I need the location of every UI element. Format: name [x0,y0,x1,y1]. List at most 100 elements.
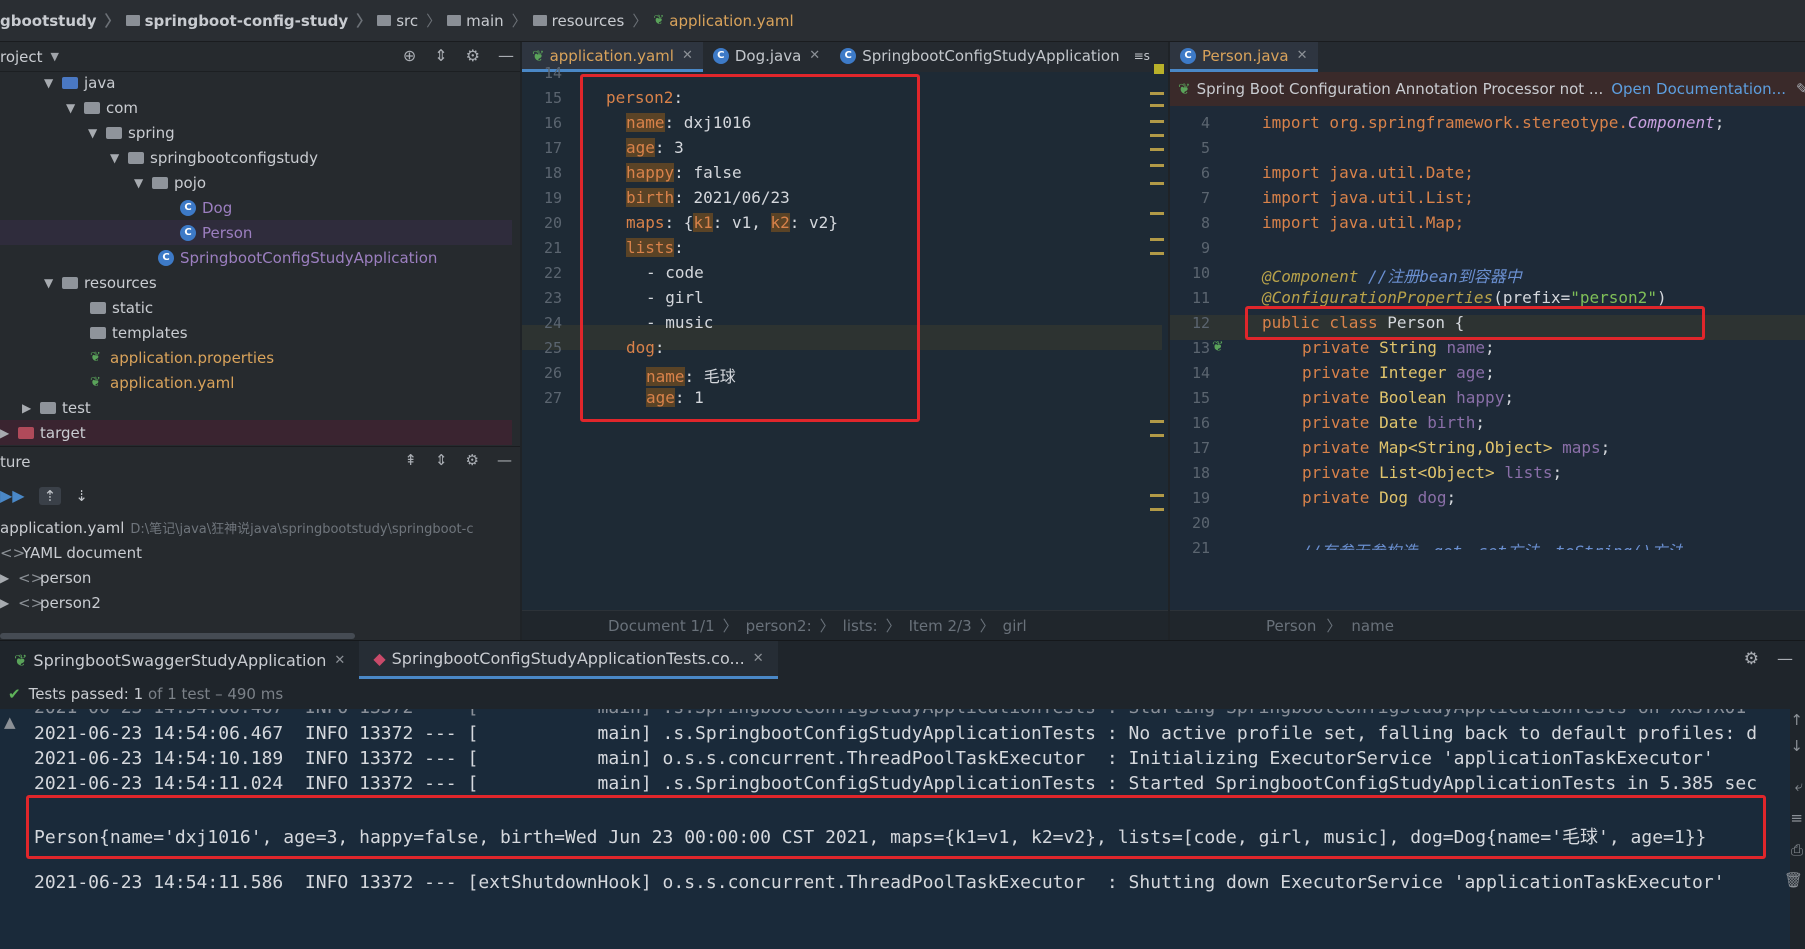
minimize-icon[interactable]: — [498,46,514,65]
scroll-marker[interactable] [1150,148,1164,151]
close-icon[interactable]: ✕ [682,48,693,63]
open-documentation-link[interactable]: Open Documentation... [1611,80,1786,98]
rerun-icon[interactable]: ▲ [4,713,16,731]
filter-icon[interactable]: ≡ [1790,809,1803,827]
tree-item-java[interactable]: ▼ java [44,70,115,95]
tab-dog-java[interactable]: C Dog.java ✕ [703,42,830,72]
java-line[interactable]: private Integer age; [1302,363,1495,382]
scroll-marker[interactable] [1150,252,1164,255]
java-line[interactable]: private Dog dog; [1302,488,1456,507]
tree-item-application-yaml[interactable]: ❦ application.yaml [90,370,234,395]
java-line[interactable]: @ConfigurationProperties(prefix="person2… [1262,288,1667,307]
scroll-marker[interactable] [1150,420,1164,423]
tab-overflow-menu[interactable]: ≡s [1130,42,1154,72]
structure-item-yaml-document[interactable]: <> YAML document [0,540,142,565]
soft-wrap-icon[interactable]: ⤶ [1795,777,1803,795]
project-panel-title[interactable]: roject [0,48,43,66]
scroll-marker[interactable] [1150,434,1164,437]
inspection-ok-icon[interactable] [1154,64,1164,74]
minimize-icon[interactable]: — [1777,649,1793,668]
crosshair-icon[interactable]: ⊕ [403,46,416,65]
tree-item-dog[interactable]: C Dog [180,195,232,220]
collapse-arrow-icon[interactable]: ▶ [0,426,18,440]
scroll-down-icon[interactable]: ↓ [1790,737,1803,755]
gear-icon[interactable]: ⚙ [466,451,479,469]
chevron-down-icon[interactable]: ▼ [51,50,59,63]
tree-item-static[interactable]: static [90,295,153,320]
structure-file-row[interactable]: application.yaml D:\笔记\java\狂神说java\spri… [0,515,473,540]
close-icon[interactable]: ✕ [753,651,764,666]
expand-arrow-icon[interactable]: ▼ [44,276,62,290]
java-line[interactable]: import java.util.Date; [1262,163,1474,182]
scroll-marker[interactable] [1150,182,1164,185]
print-icon[interactable]: ⎙ [1791,841,1803,859]
tree-item-springbootconfigstudy[interactable]: ▼ springbootconfigstudy [110,145,318,170]
sort-down-icon[interactable]: ⇣ [75,487,88,505]
close-icon[interactable]: ✕ [1297,48,1308,63]
breadcrumb-item-main[interactable]: main 〉 [441,10,527,31]
scroll-marker[interactable] [1150,120,1164,123]
breadcrumb-item-module[interactable]: springboot-config-study 〉 [120,10,371,31]
tree-item-com[interactable]: ▼ com [66,95,138,120]
structure-item-person[interactable]: ▶ <> person [0,565,91,590]
scroll-marker[interactable] [1150,92,1164,95]
structure-panel-title[interactable]: ture [0,453,30,471]
breadcrumb-item-file[interactable]: ❦ application.yaml [647,12,793,30]
collapse-all-icon[interactable]: ⇕ [435,451,448,469]
tab-application-java[interactable]: C SpringbootConfigStudyApplication [830,42,1129,72]
run-tab-swagger[interactable]: ❦ SpringbootSwaggerStudyApplication ✕ [0,641,359,679]
tree-item-target[interactable]: ▶ target [0,420,512,445]
console-output[interactable]: 2021-06-23 14:54:06.467 INFO 13372 --- [… [0,709,1790,949]
close-icon[interactable]: ✕ [809,48,820,63]
java-line[interactable]: import java.util.List; [1262,188,1474,207]
breadcrumb-item-project[interactable]: gbootstudy 〉 [0,10,120,31]
tree-item-application-properties[interactable]: ❦ application.properties [90,345,274,370]
breadcrumb-item-resources[interactable]: resources 〉 [527,10,647,31]
breadcrumb-item-src[interactable]: src 〉 [371,10,441,31]
scroll-marker[interactable] [1150,238,1164,241]
tree-item-person[interactable]: C Person [0,220,512,245]
java-line[interactable]: private List<Object> lists; [1302,463,1562,482]
tree-item-resources[interactable]: ▼ resources [44,270,157,295]
horizontal-scrollbar[interactable] [0,633,355,639]
expand-arrow-icon[interactable]: ▼ [44,76,62,90]
expand-arrow-icon[interactable]: ▼ [66,101,84,115]
scroll-marker[interactable] [1150,164,1164,167]
run-tab-tests[interactable]: ◆ SpringbootConfigStudyApplicationTests.c… [359,641,778,679]
gear-icon[interactable]: ⚙ [466,46,480,65]
tree-item-application-class[interactable]: C SpringbootConfigStudyApplication [158,245,437,270]
tree-item-pojo[interactable]: ▼ pojo [134,170,206,195]
tab-person-java[interactable]: C Person.java ✕ [1170,42,1318,72]
java-line[interactable]: import java.util.Map; [1262,213,1464,232]
sort-up-icon[interactable]: ⇡ [38,486,62,505]
tree-item-test[interactable]: ▶ test [22,395,91,420]
tree-item-templates[interactable]: templates [90,320,188,345]
java-line[interactable]: @Component //注册bean到容器中 [1262,263,1522,287]
structure-item-person2[interactable]: ▶ <> person2 [0,590,101,615]
scroll-marker[interactable] [1150,212,1164,215]
trash-icon[interactable]: 🗑 [1784,871,1803,889]
java-line[interactable]: import org.springframework.stereotype.Co… [1262,113,1724,132]
close-icon[interactable]: ✕ [334,653,345,668]
java-line[interactable]: private Date birth; [1302,413,1485,432]
scroll-marker[interactable] [1150,494,1164,497]
minimize-icon[interactable]: — [497,451,512,469]
collapse-arrow-icon[interactable]: ▶ [22,401,40,415]
wrench-icon[interactable]: ✎ [1796,80,1805,98]
tree-item-spring[interactable]: ▼ spring [88,120,175,145]
collapse-all-icon[interactable]: ⇕ [434,46,447,65]
spring-bean-gutter-icon[interactable]: ❦ [1212,339,1224,355]
java-line[interactable]: //有参无参构造、get、set方法、toString()方法 [1302,538,1683,550]
java-line[interactable]: private Map<String,Object> maps; [1302,438,1610,457]
scroll-marker[interactable] [1150,104,1164,107]
gear-icon[interactable]: ⚙ [1744,649,1759,669]
scroll-up-icon[interactable]: ↑ [1790,711,1803,729]
collapse-arrow-icon[interactable]: ▶ [0,596,18,610]
collapse-arrow-icon[interactable]: ▶ [0,571,18,585]
java-line[interactable]: private Boolean happy; [1302,388,1514,407]
expand-arrow-icon[interactable]: ▼ [134,176,152,190]
expand-arrow-icon[interactable]: ▼ [88,126,106,140]
fast-forward-icon[interactable]: ▶▶ [0,486,25,505]
expand-all-icon[interactable]: ⇞ [404,451,417,469]
scroll-marker[interactable] [1150,508,1164,511]
